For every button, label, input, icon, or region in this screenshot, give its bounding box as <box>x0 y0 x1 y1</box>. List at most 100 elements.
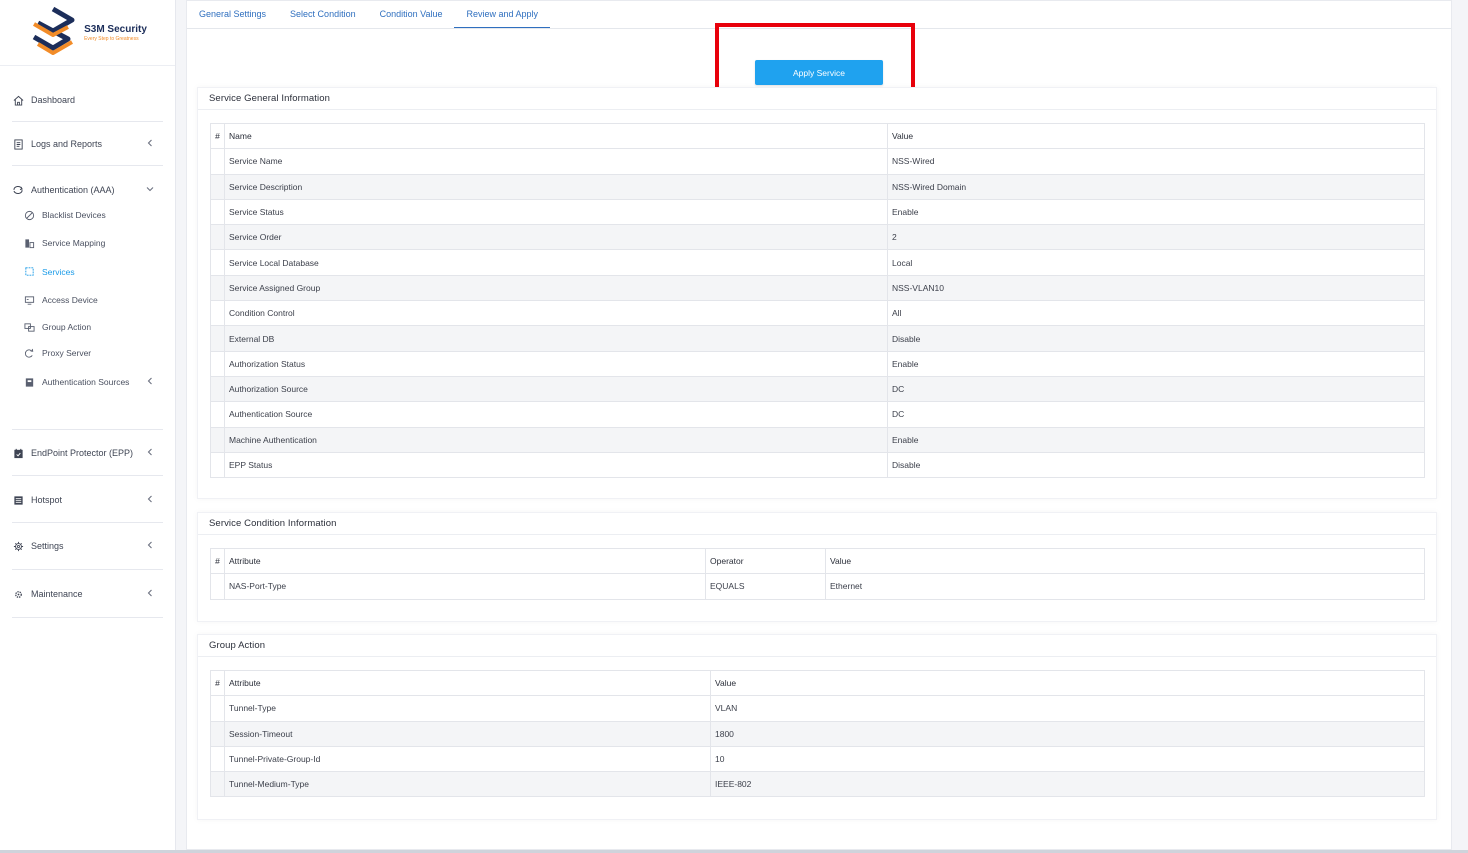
cell-name: Authentication Source <box>224 401 888 428</box>
row-index-cell <box>210 274 225 302</box>
chevron-left-icon[interactable] <box>145 494 155 504</box>
cell-value: Enable <box>887 426 1425 453</box>
sidebar-item-epp[interactable]: EndPoint Protector (EPP) <box>12 441 163 465</box>
cell-name: Machine Authentication <box>224 426 888 453</box>
sidebar-item-access-device[interactable]: Access Device <box>12 285 163 315</box>
sidebar-item-label: Authentication (AAA) <box>31 185 115 195</box>
table-row: Machine Authentication Enable <box>210 426 1425 453</box>
row-index-cell <box>210 401 225 428</box>
row-index-cell <box>210 300 225 327</box>
chevron-left-icon[interactable] <box>145 138 155 148</box>
cell-operator: EQUALS <box>705 573 826 600</box>
sidebar-item-hotspot[interactable]: Hotspot <box>12 488 163 512</box>
column-header-value: Value <box>825 547 1425 575</box>
cell-name: Service Assigned Group <box>224 274 888 302</box>
sidebar-item-logs[interactable]: Logs and Reports <box>12 132 163 156</box>
cell-name: Service Description <box>224 173 888 200</box>
cell-value: Enable <box>887 198 1425 226</box>
cell-value: IEEE-802 <box>710 771 1425 798</box>
column-header-operator: Operator <box>705 547 826 575</box>
nav-group-hotspot: Hotspot <box>12 476 163 523</box>
sidebar-item-maintenance[interactable]: Maintenance <box>12 582 163 606</box>
nav-group-epp: EndPoint Protector (EPP) <box>12 430 163 476</box>
cell-value: DC <box>887 375 1425 403</box>
cell-name: External DB <box>224 325 888 352</box>
sidebar-item-proxy-server[interactable]: Proxy Server <box>12 339 163 367</box>
chevron-left-icon[interactable] <box>145 447 155 457</box>
sidebar-item-service-mapping[interactable]: Service Mapping <box>12 228 163 258</box>
sidebar-item-blacklist-devices[interactable]: Blacklist Devices <box>12 202 163 228</box>
tab-review-and-apply[interactable]: Review and Apply <box>454 1 551 28</box>
table-row: Authorization Status Enable <box>210 350 1425 377</box>
table-row: Condition Control All <box>210 300 1425 327</box>
ban-icon <box>24 210 35 221</box>
cell-value: VLAN <box>710 695 1425 722</box>
sidebar-item-label: Hotspot <box>31 495 63 505</box>
condition-info-card: Service Condition Information # Attribut… <box>197 512 1437 622</box>
cell-name: Authorization Source <box>224 375 888 403</box>
apply-service-button[interactable]: Apply Service <box>755 60 883 85</box>
condition-info-table: # Attribute Operator Value NAS-Port-Type… <box>210 547 1425 600</box>
list-icon <box>12 494 24 506</box>
table-row: Tunnel-Private-Group-Id 10 <box>210 745 1425 773</box>
sidebar-item-label: Dashboard <box>31 95 76 105</box>
sidebar-item-label: Proxy Server <box>42 348 92 358</box>
tab-general-settings[interactable]: General Settings <box>187 1 278 28</box>
group-action-table: # Attribute Value Tunnel-Type VLAN Session… <box>210 669 1425 798</box>
cell-value: 1800 <box>710 720 1425 747</box>
row-index-cell <box>210 426 225 453</box>
chevron-left-icon[interactable] <box>145 376 155 386</box>
sidebar-item-dashboard[interactable]: Dashboard <box>12 88 163 112</box>
sidebar-item-label: Services <box>42 266 75 277</box>
s3m-logo-icon <box>32 6 75 55</box>
cell-attribute: Tunnel-Type <box>224 695 711 722</box>
table-row: EPP Status Disable <box>210 451 1425 479</box>
table-row: NAS-Port-Type EQUALS Ethernet <box>210 573 1425 600</box>
cell-value: 10 <box>710 745 1425 773</box>
chevron-down-icon[interactable] <box>145 184 155 194</box>
column-header-attribute: Attribute <box>224 669 711 697</box>
sidebar-item-label: EndPoint Protector (EPP) <box>31 448 134 458</box>
sync-icon <box>12 184 24 196</box>
brand-slogan: Every Step to Greatness <box>84 35 139 42</box>
general-info-title: Service General Information <box>198 88 1436 110</box>
nav-group-settings: Settings <box>12 523 163 570</box>
row-index-cell <box>210 350 225 377</box>
sidebar-item-services[interactable]: Services <box>12 258 163 285</box>
cell-value: Disable <box>887 325 1425 352</box>
gear-icon <box>12 540 24 552</box>
calendar-check-icon <box>12 447 24 459</box>
group-action-card: Group Action # Attribute Value Tunnel-Ty… <box>197 634 1437 820</box>
cell-name: Service Name <box>224 148 888 175</box>
chevron-left-icon[interactable] <box>145 540 155 550</box>
cell-value: NSS-VLAN10 <box>887 274 1425 302</box>
sidebar-item-label: Maintenance <box>31 589 83 599</box>
report-icon <box>12 138 24 150</box>
cell-value: Local <box>887 249 1425 276</box>
sidebar-item-aaa[interactable]: Authentication (AAA) <box>12 178 163 202</box>
logo[interactable]: S3M Security Every Step to Greatness <box>0 0 175 66</box>
tab-condition-value[interactable]: Condition Value <box>368 1 455 28</box>
sidebar-item-group-action[interactable]: Group Action <box>12 315 163 339</box>
cell-value: Ethernet <box>825 573 1425 600</box>
column-header-value: Value <box>887 122 1425 150</box>
sidebar: S3M Security Every Step to Greatness Das… <box>0 0 176 853</box>
brand-name: S3M Security <box>84 23 147 35</box>
sidebar-item-settings[interactable]: Settings <box>12 534 163 558</box>
row-index-cell <box>210 451 225 479</box>
nav-group-maintenance: Maintenance <box>12 570 163 618</box>
device-icon <box>24 295 35 306</box>
sidebar-item-label: Authentication Sources <box>42 377 130 387</box>
tab-select-condition[interactable]: Select Condition <box>278 1 368 28</box>
cell-value: All <box>887 300 1425 327</box>
row-index-cell <box>210 375 225 403</box>
table-row: Service Description NSS-Wired Domain <box>210 173 1425 200</box>
cell-name: Service Order <box>224 224 888 251</box>
table-row: Authorization Source DC <box>210 375 1425 403</box>
sidebar-item-authentication-sources[interactable]: Authentication Sources <box>12 367 163 397</box>
chevron-left-icon[interactable] <box>145 588 155 598</box>
group-action-title: Group Action <box>198 635 1436 657</box>
services-icon <box>24 266 35 277</box>
home-icon <box>12 94 24 106</box>
table-row: Tunnel-Medium-Type IEEE-802 <box>210 771 1425 798</box>
